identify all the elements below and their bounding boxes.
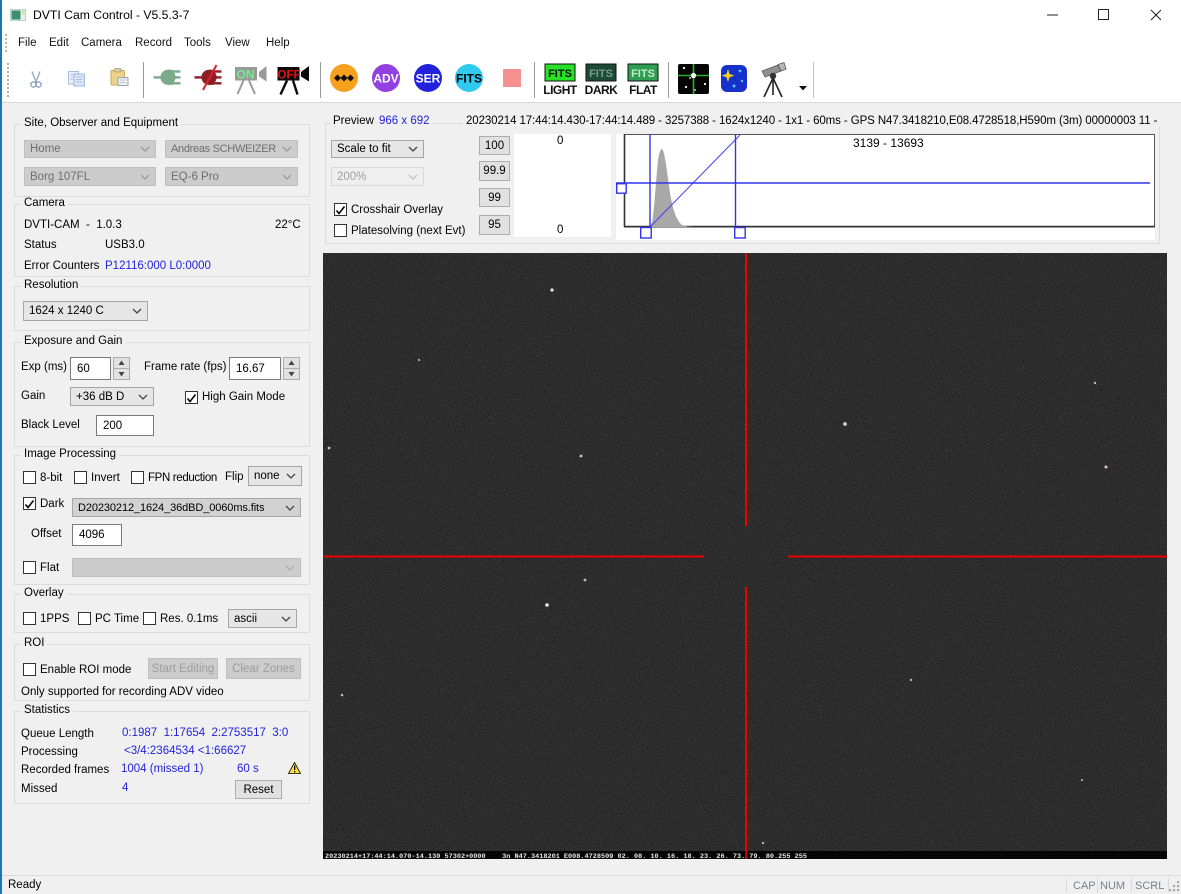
svg-text:FITS: FITS bbox=[631, 68, 655, 80]
svg-text:FITS: FITS bbox=[548, 68, 572, 80]
svg-text:DARK: DARK bbox=[585, 83, 618, 97]
svg-text:FITS: FITS bbox=[589, 68, 613, 80]
svg-text:FLAT: FLAT bbox=[629, 83, 658, 97]
svg-text:LIGHT: LIGHT bbox=[543, 83, 578, 97]
svg-text:ADV: ADV bbox=[373, 72, 398, 86]
svg-text:3139 - 13693: 3139 - 13693 bbox=[853, 136, 924, 150]
svg-text:ON: ON bbox=[237, 68, 255, 82]
svg-text:SER: SER bbox=[416, 72, 441, 86]
svg-text:20230214+17:44:14.070-14.130 5: 20230214+17:44:14.070-14.130 57302+0000 … bbox=[325, 853, 807, 859]
svg-text:OFF: OFF bbox=[278, 70, 301, 82]
svg-text:FITS: FITS bbox=[456, 72, 482, 86]
